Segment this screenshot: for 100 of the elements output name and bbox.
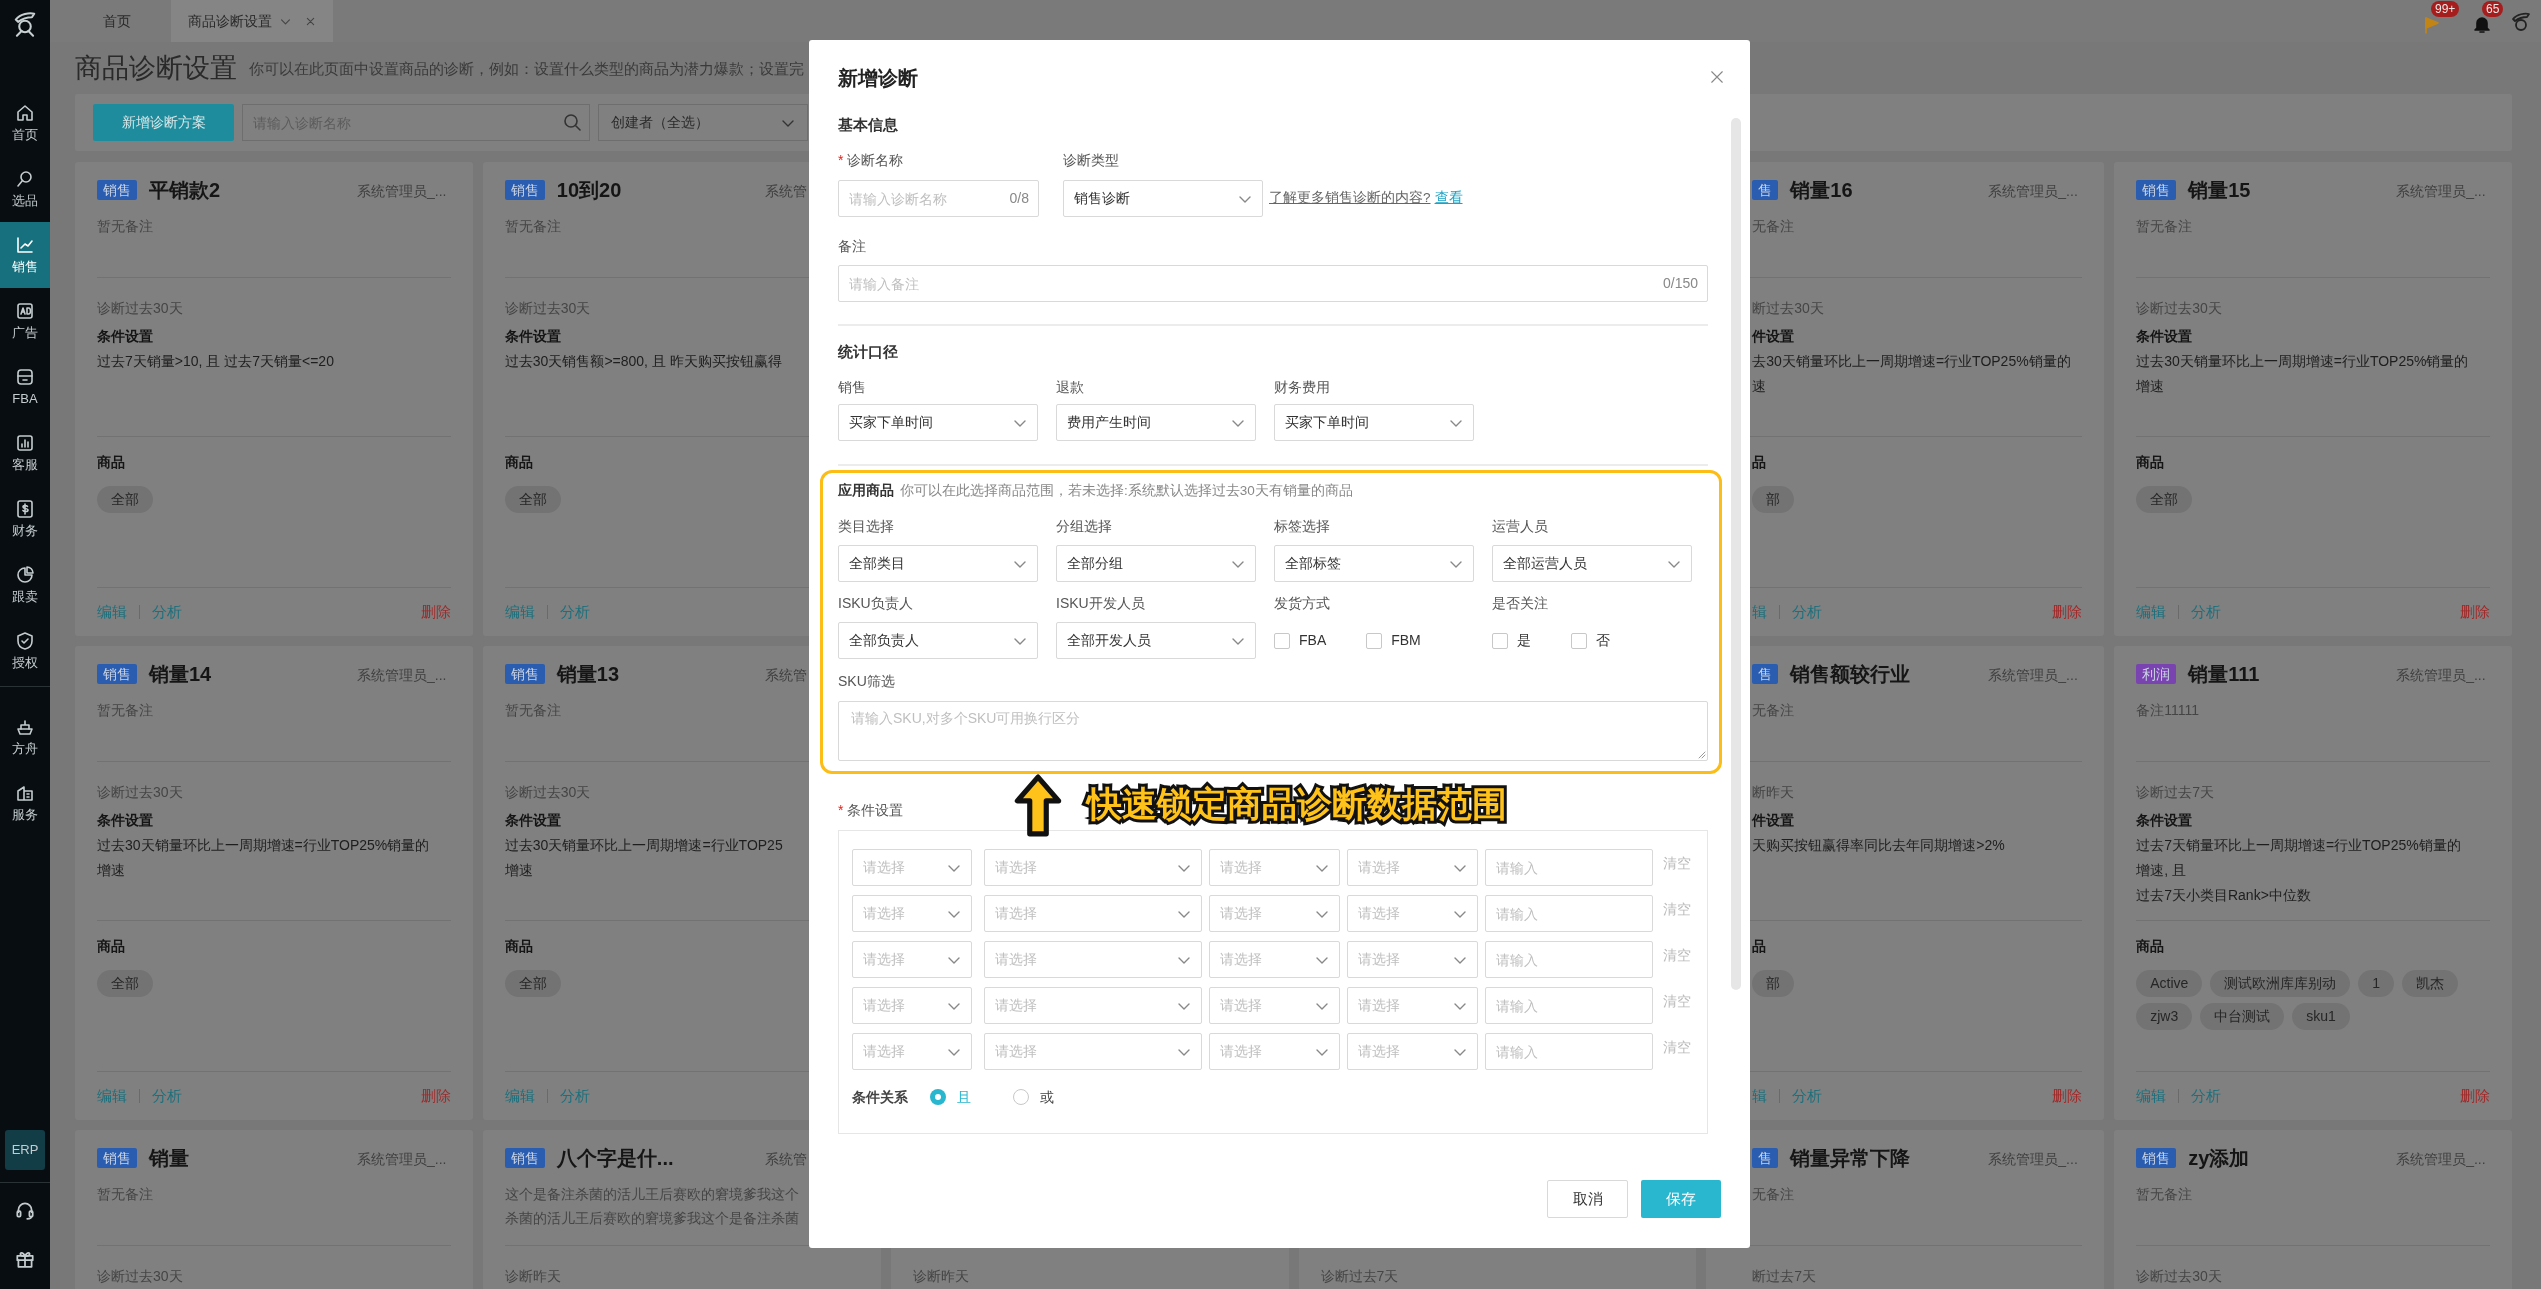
analyze-link[interactable]: 分析 bbox=[1792, 1084, 1823, 1108]
input-field[interactable]: 请输入 bbox=[1485, 895, 1653, 932]
dropdown[interactable]: 请选择 bbox=[1209, 1033, 1340, 1070]
dropdown[interactable]: 请选择 bbox=[984, 895, 1202, 932]
text-area[interactable]: 请输入SKU,对多个SKU可用换行区分 bbox=[838, 701, 1708, 761]
view-link[interactable]: 查看 bbox=[1434, 188, 1463, 209]
field-label: 类目选择 bbox=[838, 517, 894, 535]
checkbox[interactable] bbox=[1571, 632, 1587, 649]
delete-link[interactable]: 删除 bbox=[2052, 600, 2083, 624]
dropdown[interactable]: 买家下单时间 bbox=[1274, 404, 1474, 441]
analyze-link[interactable]: 分析 bbox=[559, 600, 590, 624]
dropdown[interactable]: 请选择 bbox=[1209, 941, 1340, 978]
creator-dropdown[interactable]: 创建者（全选） bbox=[598, 104, 808, 141]
input-field[interactable]: 请输入 bbox=[1485, 1033, 1653, 1070]
add-button[interactable]: 新增诊断方案 bbox=[93, 104, 234, 141]
dropdown[interactable]: 请选择 bbox=[1209, 987, 1340, 1024]
period-text: 诊断过去30天 bbox=[504, 299, 591, 318]
sidebar-item[interactable]: FBA bbox=[0, 354, 50, 420]
analyze-link[interactable]: 分析 bbox=[559, 1084, 590, 1108]
sidebar-item[interactable]: 服务 bbox=[0, 770, 50, 836]
dropdown[interactable]: 请选择 bbox=[1347, 1033, 1478, 1070]
dropdown[interactable]: 请选择 bbox=[852, 1033, 972, 1070]
card-title: 销量14 bbox=[149, 662, 212, 687]
dropdown[interactable]: 买家下单时间 bbox=[838, 404, 1038, 441]
clear-link[interactable]: 清空 bbox=[1663, 945, 1691, 966]
help-link[interactable]: 了解更多销售诊断的内容? bbox=[1269, 188, 1431, 209]
delete-link[interactable]: 删除 bbox=[2460, 600, 2490, 624]
dropdown[interactable]: 请选择 bbox=[1347, 895, 1478, 932]
cancel-button[interactable]: 取消 bbox=[1547, 1180, 1628, 1218]
dropdown[interactable]: 请选择 bbox=[852, 987, 972, 1024]
radio-button[interactable] bbox=[930, 1089, 946, 1105]
condition-text: 去30天销量环比上一周期增速=行业TOP25%销量的 速 bbox=[1752, 352, 2071, 396]
dropdown[interactable]: 请选择 bbox=[984, 849, 1202, 886]
dropdown[interactable]: 全部类目 bbox=[838, 545, 1038, 582]
dropdown[interactable]: 请选择 bbox=[984, 941, 1202, 978]
dropdown[interactable]: 请选择 bbox=[852, 941, 972, 978]
tab[interactable]: 商品诊断设置 bbox=[171, 0, 333, 42]
edit-link[interactable]: 辑 bbox=[1752, 600, 1768, 624]
dropdown[interactable]: 请选择 bbox=[1347, 849, 1478, 886]
checkbox[interactable] bbox=[1492, 632, 1508, 649]
edit-link[interactable]: 编辑 bbox=[97, 600, 127, 624]
line-chart-icon bbox=[15, 235, 35, 255]
product-chip: 中台测试 bbox=[2200, 1003, 2285, 1030]
edit-link[interactable]: 编辑 bbox=[2136, 600, 2167, 624]
dropdown[interactable]: 请选择 bbox=[1209, 849, 1340, 886]
save-button[interactable]: 保存 bbox=[1641, 1180, 1721, 1218]
sidebar-item[interactable]: 方舟 bbox=[0, 704, 50, 770]
input-field[interactable]: 请输入 bbox=[1485, 849, 1653, 886]
dropdown[interactable]: 费用产生时间 bbox=[1056, 404, 1256, 441]
clear-link[interactable]: 清空 bbox=[1663, 1037, 1691, 1058]
dropdown[interactable]: 全部负责人 bbox=[838, 622, 1038, 659]
tab[interactable]: 首页 bbox=[50, 0, 171, 42]
sidebar-item[interactable]: 财务 bbox=[0, 486, 50, 552]
input-field[interactable]: 请输入 bbox=[1485, 987, 1653, 1024]
delete-link[interactable]: 删除 bbox=[2052, 1084, 2083, 1108]
sidebar-item[interactable]: 跟卖 bbox=[0, 552, 50, 618]
edit-link[interactable]: 编辑 bbox=[97, 1084, 127, 1108]
input-field[interactable]: 请输入 bbox=[1485, 941, 1653, 978]
edit-link[interactable]: 编辑 bbox=[2136, 1084, 2167, 1108]
dropdown[interactable]: 全部开发人员 bbox=[1056, 622, 1256, 659]
condition-text: 过去7天销量>10, 且 过去7天销量<=20 bbox=[97, 352, 334, 371]
dropdown[interactable]: 全部标签 bbox=[1274, 545, 1474, 582]
clear-link[interactable]: 清空 bbox=[1663, 991, 1691, 1012]
sidebar-item[interactable]: 销售 bbox=[0, 222, 50, 288]
sidebar-item[interactable]: 广告 bbox=[0, 288, 50, 354]
radio-button[interactable] bbox=[1013, 1089, 1029, 1105]
dropdown[interactable]: 请选择 bbox=[984, 1033, 1202, 1070]
section-heading: 应用商品 bbox=[838, 481, 894, 499]
analyze-link[interactable]: 分析 bbox=[2191, 600, 2222, 624]
sidebar-item[interactable]: 选品 bbox=[0, 156, 50, 222]
edit-link[interactable]: 编辑 bbox=[504, 600, 535, 624]
sidebar-item[interactable]: 首页 bbox=[0, 90, 50, 156]
delete-link[interactable]: 删除 bbox=[420, 600, 451, 624]
dropdown[interactable]: 请选择 bbox=[852, 849, 972, 886]
checkbox[interactable] bbox=[1366, 632, 1383, 649]
dropdown[interactable]: 全部分组 bbox=[1056, 545, 1256, 582]
edit-link[interactable]: 辑 bbox=[1752, 1084, 1768, 1108]
erp-button[interactable]: ERP bbox=[5, 1130, 45, 1170]
dropdown[interactable]: 请选择 bbox=[852, 895, 972, 932]
clear-link[interactable]: 清空 bbox=[1663, 853, 1691, 874]
edit-link[interactable]: 编辑 bbox=[504, 1084, 535, 1108]
sidebar-item[interactable]: 授权 bbox=[0, 618, 50, 684]
sidebar-item[interactable]: 客服 bbox=[0, 420, 50, 486]
dropdown[interactable]: 请选择 bbox=[1347, 941, 1478, 978]
dropdown[interactable]: 销售诊断 bbox=[1063, 180, 1263, 217]
analyze-link[interactable]: 分析 bbox=[1792, 600, 1823, 624]
dropdown[interactable]: 请选择 bbox=[1209, 895, 1340, 932]
dropdown[interactable]: 请选择 bbox=[984, 987, 1202, 1024]
scrollbar[interactable] bbox=[1731, 118, 1741, 990]
delete-link[interactable]: 删除 bbox=[2460, 1084, 2490, 1108]
analyze-link[interactable]: 分析 bbox=[152, 600, 182, 624]
dropdown[interactable]: 全部运营人员 bbox=[1492, 545, 1692, 582]
dropdown[interactable]: 请选择 bbox=[1347, 987, 1478, 1024]
creator-name: 系统管理员_... bbox=[2396, 182, 2486, 201]
analyze-link[interactable]: 分析 bbox=[152, 1084, 182, 1108]
delete-link[interactable]: 删除 bbox=[420, 1084, 451, 1108]
clear-link[interactable]: 清空 bbox=[1663, 899, 1691, 920]
search-icon bbox=[562, 112, 582, 132]
analyze-link[interactable]: 分析 bbox=[2191, 1084, 2222, 1108]
checkbox[interactable] bbox=[1274, 632, 1290, 649]
